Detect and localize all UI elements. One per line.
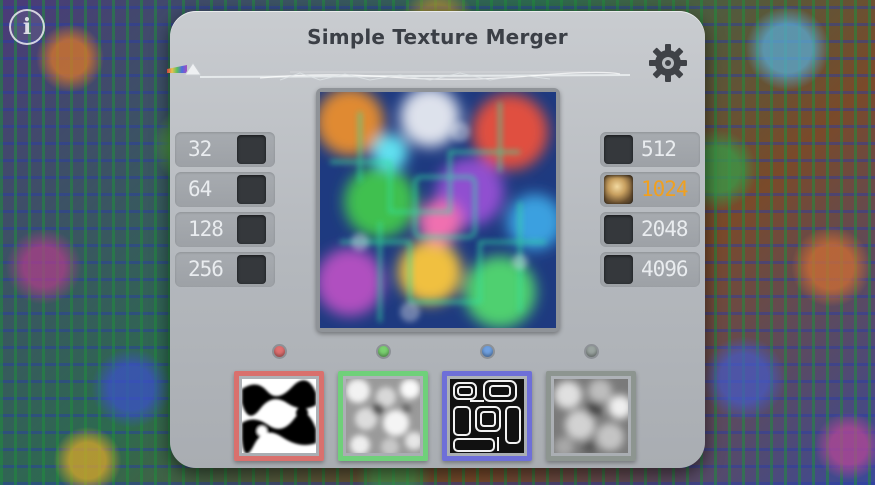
green-channel-indicator [378,346,389,357]
resolution-toggle[interactable] [604,215,633,244]
resolution-label: 256 [188,257,224,281]
app-title: Simple Texture Merger [307,25,568,49]
red-channel-texture [242,379,316,453]
green-channel-slot[interactable] [338,371,428,461]
resolution-button-128[interactable]: 128 [175,212,275,247]
decorative-divider [199,71,631,81]
resolution-toggle[interactable] [237,135,266,164]
resolution-button-4096[interactable]: 4096 [600,252,700,287]
resolution-button-32[interactable]: 32 [175,132,275,167]
resolution-toggle[interactable] [237,215,266,244]
resolution-button-64[interactable]: 64 [175,172,275,207]
alpha-channel-slot[interactable] [546,371,636,461]
main-panel: Simple Texture Merger 32 64 128 256 512 … [167,11,705,468]
alpha-channel-indicator [586,346,597,357]
gear-icon[interactable] [648,43,688,83]
resolution-list-right: 512 1024 2048 4096 [600,132,700,292]
resolution-label: 1024 [641,177,689,201]
resolution-label: 4096 [641,257,689,281]
resolution-toggle[interactable] [237,175,266,204]
resolution-label: 2048 [641,217,689,241]
resolution-button-1024[interactable]: 1024 [600,172,700,207]
resolution-toggle[interactable] [604,135,633,164]
resolution-label: 128 [188,217,224,241]
blue-channel-slot[interactable] [442,371,532,461]
merged-texture-preview [320,92,556,328]
resolution-toggle[interactable] [237,255,266,284]
green-channel-texture [346,379,420,453]
blue-channel-indicator [482,346,493,357]
red-channel-indicator [274,346,285,357]
resolution-button-512[interactable]: 512 [600,132,700,167]
resolution-button-2048[interactable]: 2048 [600,212,700,247]
merged-preview-frame [316,88,560,332]
red-channel-slot[interactable] [234,371,324,461]
blue-channel-texture [450,379,524,453]
info-button[interactable]: i [9,9,45,45]
resolution-toggle-selected[interactable] [604,175,633,204]
alpha-channel-texture [554,379,628,453]
resolution-label: 32 [188,137,212,161]
resolution-label: 64 [188,177,212,201]
resolution-toggle[interactable] [604,255,633,284]
resolution-label: 512 [641,137,677,161]
resolution-button-256[interactable]: 256 [175,252,275,287]
resolution-list-left: 32 64 128 256 [175,132,275,292]
info-icon: i [22,14,32,40]
